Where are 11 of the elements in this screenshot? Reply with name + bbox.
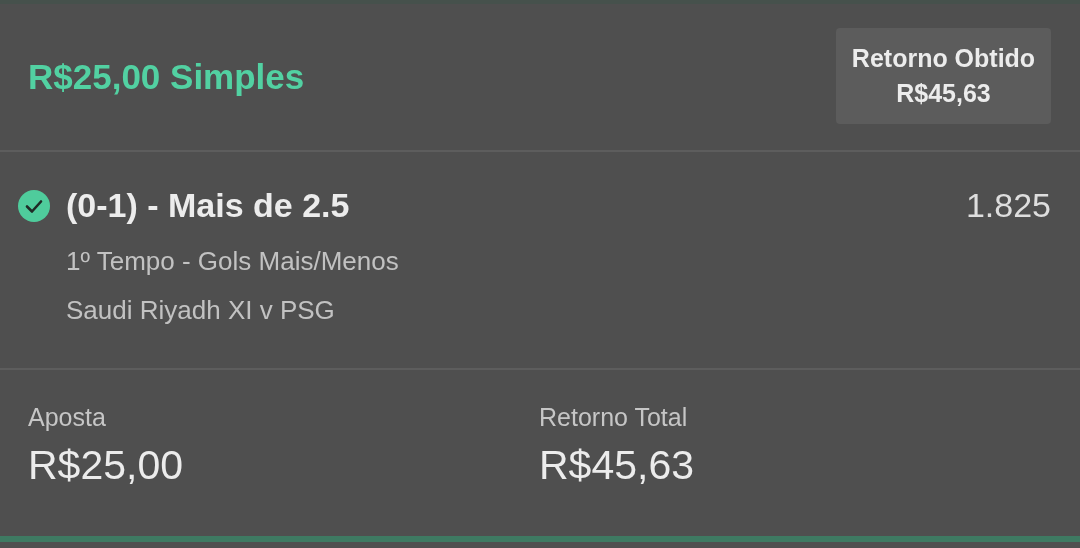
odds: 1.825 xyxy=(965,186,1051,225)
total-label: Retorno Total xyxy=(539,403,689,432)
bet-title: R$25,00 Simples xyxy=(28,57,305,97)
selection-name: (0-1) - Mais de 2.5 xyxy=(66,186,351,225)
total-label: Aposta xyxy=(28,403,107,432)
total-value: R$25,00 xyxy=(28,442,184,489)
event-name: Saudi Riyadh XI v PSG xyxy=(66,294,336,327)
returned-label: Retorno Obtido xyxy=(851,43,1036,74)
returned-value: R$45,63 xyxy=(896,78,991,109)
market-name: 1º Tempo - Gols Mais/Menos xyxy=(66,245,400,278)
total-value: R$45,63 xyxy=(539,442,695,489)
